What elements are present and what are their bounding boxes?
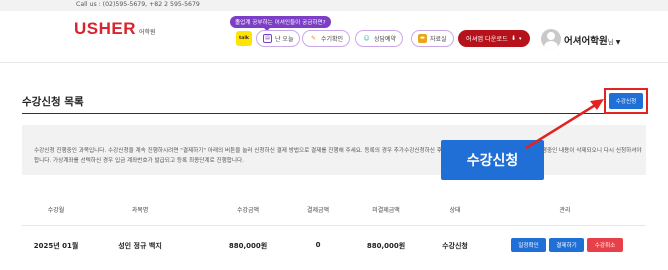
kakao-talk-icon[interactable]: talk	[236, 31, 252, 46]
column-header-paid: 결제금액	[306, 207, 330, 214]
person-icon: ☺	[363, 34, 370, 42]
column-header-month: 수강월	[47, 207, 65, 214]
schedule-check-button[interactable]: 일정확인	[511, 238, 546, 252]
cell-paid: 0	[315, 241, 321, 249]
folder-icon: ▬	[418, 34, 427, 43]
avatar-head	[547, 32, 555, 40]
table-header-divider	[22, 225, 646, 226]
chevron-down-icon: ▾	[519, 35, 522, 42]
cell-course: 성인 정규 백지	[118, 242, 162, 250]
top-contact-bar: Call us : (02)595-5679, +82 2 595-5679	[0, 0, 668, 11]
nav-pill-label: 수기확인	[321, 36, 344, 43]
column-header-unpaid: 미결제금액	[372, 207, 400, 214]
nav-pill-consult[interactable]: ☺ 상담예약	[355, 30, 404, 47]
user-suffix: 님	[607, 38, 614, 46]
enroll-button-highlight	[604, 88, 648, 114]
column-header-fee: 수강금액	[236, 207, 260, 214]
avatar-body	[544, 41, 558, 49]
download-label: 어셔앱 다운로드	[466, 36, 508, 43]
column-header-course: 과목명	[131, 207, 149, 214]
nav-pill-resources[interactable]: ▬ 자료실	[411, 30, 454, 47]
cell-unpaid: 880,000원	[366, 242, 406, 250]
app-download-button[interactable]: 어셔앱 다운로드 ⬇ ▾	[458, 30, 530, 47]
column-header-manage: 관리	[559, 207, 571, 214]
avatar[interactable]	[541, 29, 561, 49]
cell-fee: 880,000원	[228, 242, 268, 250]
contact-info: Call us : (02)595-5679, +82 2 595-5679	[76, 1, 200, 8]
logo[interactable]: USHER 어학원	[74, 19, 156, 39]
nav-pill-label: 난 오늘	[275, 36, 294, 43]
enroll-callout: 수강신청	[441, 140, 544, 180]
user-menu[interactable]: 어셔어학원님 ▼	[564, 33, 620, 47]
logo-subtext: 어학원	[139, 29, 156, 36]
pencil-icon: ✎	[310, 34, 317, 42]
download-icon: ⬇	[510, 35, 517, 42]
user-name: 어셔어학원	[564, 36, 608, 47]
nav-pill-label: 상담예약	[374, 36, 397, 43]
caret-down-icon: ▼	[615, 39, 621, 46]
document-icon: ▤	[263, 34, 272, 43]
nav-pill-testimonial[interactable]: ✎ 수기확인	[302, 30, 351, 47]
cell-status: 수강신청	[442, 242, 468, 250]
promo-tooltip: 졸업계 공부하는 어셔인들이 궁금하면?	[230, 16, 331, 31]
header-divider	[0, 62, 668, 63]
page-title: 수강신청 목록	[22, 96, 84, 108]
logo-text: USHER	[74, 19, 137, 38]
title-underline	[22, 113, 646, 114]
column-header-status: 상태	[449, 207, 461, 214]
pay-button[interactable]: 결제하기	[549, 238, 584, 252]
cancel-enrollment-button[interactable]: 수강취소	[587, 238, 623, 252]
notice-text: 수강신청 진행중인 과목입니다. 수강신청을 계속 진행하시려면 "결제하기" …	[34, 148, 642, 164]
nav-pill-today[interactable]: ▤ 난 오늘	[256, 30, 301, 47]
nav-pill-label: 자료실	[430, 36, 447, 43]
cell-month: 2025년 01월	[33, 242, 79, 250]
